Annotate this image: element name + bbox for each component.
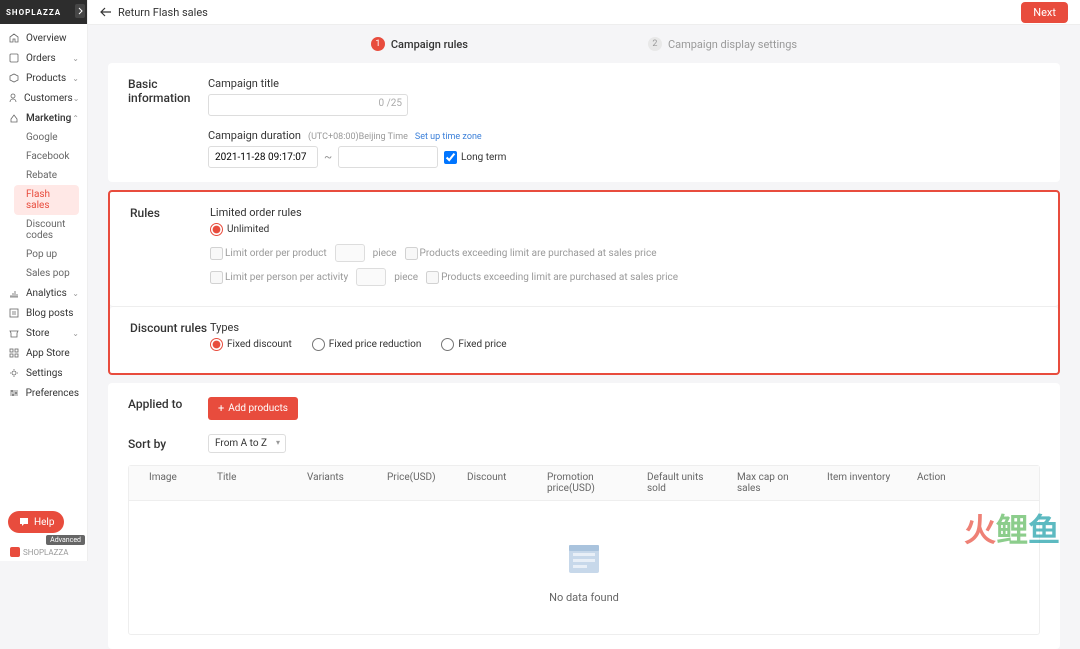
nav-settings[interactable]: Settings: [0, 363, 87, 383]
th-image: Image: [129, 472, 209, 494]
campaign-title-label: Campaign title: [208, 77, 1040, 90]
fixed-discount-radio[interactable]: Fixed discount: [210, 338, 292, 351]
nav-customers[interactable]: Customers⌄: [0, 88, 87, 108]
th-discount: Discount: [459, 472, 539, 494]
brand-logo: SHOPLAZZA: [0, 0, 87, 24]
nav-store[interactable]: Store⌄: [0, 323, 87, 343]
sub-google[interactable]: Google: [14, 128, 87, 147]
th-variants: Variants: [299, 472, 379, 494]
limit-person-input[interactable]: [356, 268, 386, 286]
limit-order-input[interactable]: [335, 244, 365, 262]
footer-logo-icon: [10, 547, 20, 557]
exceed2-checkbox[interactable]: Products exceeding limit are purchased a…: [426, 271, 678, 284]
pref-icon: [8, 387, 20, 399]
advanced-badge: Advanced: [46, 535, 85, 545]
nav-orders[interactable]: Orders⌄: [0, 48, 87, 68]
chevron-down-icon: ⌄: [72, 74, 79, 83]
step-1[interactable]: 1Campaign rules: [371, 37, 468, 51]
store-icon: [8, 327, 20, 339]
fixed-reduction-radio[interactable]: Fixed price reduction: [312, 338, 422, 351]
timezone-link[interactable]: Set up time zone: [415, 132, 482, 142]
customers-icon: [8, 92, 18, 104]
next-button[interactable]: Next: [1021, 2, 1068, 23]
th-max-cap: Max cap on sales: [729, 472, 819, 494]
chevron-down-icon: ⌄: [72, 289, 79, 298]
plus-icon: +: [218, 402, 224, 415]
brand-text: SHOPLAZZA: [6, 8, 61, 17]
nav-blog[interactable]: Blog posts: [0, 303, 87, 323]
wizard-steps: 1Campaign rules 2Campaign display settin…: [88, 25, 1080, 63]
empty-box-icon: [559, 531, 609, 581]
products-icon: [8, 72, 20, 84]
section-rules-title: Rules: [130, 206, 210, 220]
title-counter: 0 /25: [379, 98, 402, 109]
section-applied-title: Applied to: [128, 397, 208, 411]
chevron-down-icon: ⌄: [73, 94, 80, 103]
sub-facebook[interactable]: Facebook: [14, 147, 87, 166]
watermark: 火鲤鱼: [964, 505, 1060, 551]
sort-by-label: Sort by: [128, 437, 208, 451]
limited-rules-label: Limited order rules: [210, 206, 1038, 219]
sub-pop-up[interactable]: Pop up: [14, 245, 87, 264]
limit-order-checkbox[interactable]: Limit order per product: [210, 247, 327, 260]
nav-overview[interactable]: Overview: [0, 28, 87, 48]
empty-state: No data found: [129, 501, 1039, 634]
chevron-down-icon: ⌄: [72, 54, 79, 63]
sidebar-toggle[interactable]: [75, 4, 85, 18]
th-inventory: Item inventory: [819, 472, 909, 494]
long-term-checkbox[interactable]: Long term: [444, 151, 506, 164]
section-discount-title: Discount rules: [130, 321, 210, 335]
blog-icon: [8, 307, 20, 319]
add-products-button[interactable]: +Add products: [208, 397, 298, 420]
nav-preferences[interactable]: Preferences: [0, 383, 87, 403]
nav-app-store[interactable]: App Store: [0, 343, 87, 363]
sort-select[interactable]: From A to Z: [208, 434, 286, 453]
th-action: Action: [909, 472, 989, 494]
app-icon: [8, 347, 20, 359]
orders-icon: [8, 52, 20, 64]
home-icon: [8, 32, 20, 44]
th-title: Title: [209, 472, 299, 494]
fixed-price-radio[interactable]: Fixed price: [441, 338, 506, 351]
duration-label: Campaign duration: [208, 129, 301, 142]
gear-icon: [8, 367, 20, 379]
end-date-input[interactable]: [338, 146, 438, 168]
section-basic-title: Basic information: [128, 77, 208, 105]
arrow-left-icon: [100, 7, 112, 17]
th-promo: Promotion price(USD): [539, 472, 639, 494]
sub-discount-codes[interactable]: Discount codes: [14, 215, 87, 245]
types-label: Types: [210, 321, 1038, 334]
back-button[interactable]: Return Flash sales: [100, 6, 208, 19]
date-separator: ~: [324, 150, 332, 164]
exceed1-checkbox[interactable]: Products exceeding limit are purchased a…: [405, 247, 657, 260]
empty-text: No data found: [549, 591, 619, 604]
limit-person-checkbox[interactable]: Limit per person per activity: [210, 271, 348, 284]
nav-analytics[interactable]: Analytics⌄: [0, 283, 87, 303]
sub-rebate[interactable]: Rebate: [14, 166, 87, 185]
chevron-up-icon: ⌃: [72, 114, 79, 123]
unlimited-radio[interactable]: Unlimited: [210, 223, 269, 236]
chat-icon: [18, 516, 30, 528]
help-button[interactable]: Help: [8, 511, 64, 533]
footer-logo: SHOPLAZZA: [10, 547, 68, 557]
products-table: Image Title Variants Price(USD) Discount…: [128, 465, 1040, 635]
marketing-icon: [8, 112, 20, 124]
step-2[interactable]: 2Campaign display settings: [648, 37, 797, 51]
start-date-input[interactable]: [208, 146, 318, 168]
nav-marketing[interactable]: Marketing⌃: [0, 108, 87, 128]
sub-sales-pop[interactable]: Sales pop: [14, 264, 87, 283]
th-price: Price(USD): [379, 472, 459, 494]
th-default-sold: Default units sold: [639, 472, 729, 494]
analytics-icon: [8, 287, 20, 299]
sub-flash-sales[interactable]: Flash sales: [14, 185, 79, 215]
chevron-down-icon: ⌄: [72, 329, 79, 338]
nav-products[interactable]: Products⌄: [0, 68, 87, 88]
timezone-text: (UTC+08:00)Beijing Time: [308, 132, 408, 142]
rules-highlight-box: Rules Limited order rules Unlimited Limi…: [108, 190, 1060, 375]
